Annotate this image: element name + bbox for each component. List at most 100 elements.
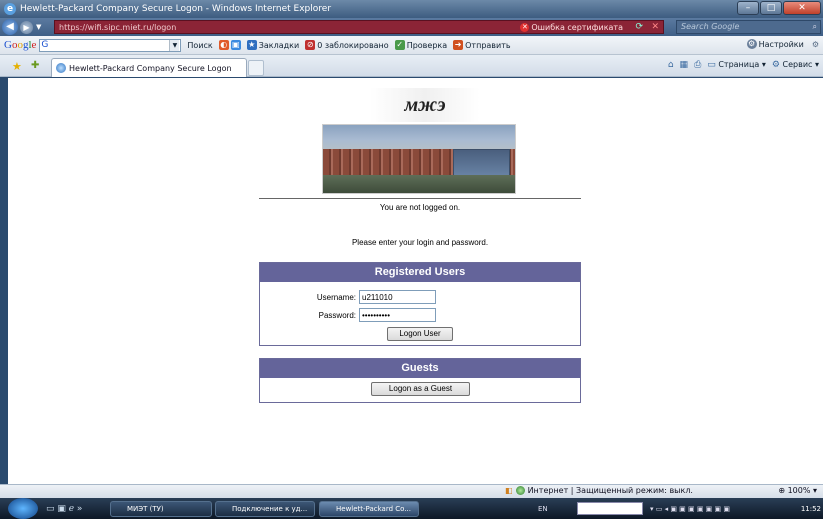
tab-secure-logon[interactable]: Hewlett-Packard Company Secure Logon	[51, 58, 247, 77]
guests-panel: Guests Logon as a Guest	[259, 358, 581, 403]
tab-title: Hewlett-Packard Company Secure Logon	[69, 63, 232, 73]
blocked-label: 0 заблокировано	[317, 40, 389, 50]
registered-users-header: Registered Users	[260, 263, 580, 282]
certificate-error[interactable]: ✕ Ошибка сертификата	[520, 22, 623, 32]
blocked-icon: ⊘	[305, 40, 316, 50]
address-bar: ◀ ▶ ▼ https://wifi.sipc.miet.ru/logon ✕ …	[0, 18, 823, 36]
google-g-icon: G	[41, 39, 49, 50]
username-field[interactable]	[359, 290, 436, 304]
minimize-button[interactable]: –	[737, 1, 759, 15]
security-zone[interactable]: ◧ Интернет | Защищенный режим: выкл.	[505, 486, 693, 495]
taskbar-search-box[interactable]	[577, 502, 643, 515]
miet-logo-area: мжэ	[320, 88, 518, 198]
google-search-button[interactable]: Поиск	[187, 41, 212, 50]
wrench-icon[interactable]: ⚙	[812, 40, 819, 49]
add-favorites-icon[interactable]: ✚	[31, 60, 39, 71]
password-label: Password:	[318, 310, 356, 320]
page-icon: ▭	[707, 60, 716, 70]
quick-launch-icons[interactable]: ▭ ▣ ℯ »	[46, 504, 82, 514]
toolbar-icons[interactable]: ◐ ▣	[218, 40, 241, 50]
window-title: Hewlett-Packard Company Secure Logon - W…	[20, 4, 332, 14]
registered-users-panel: Registered Users Username: Password: Log…	[259, 262, 581, 346]
stop-icon[interactable]: ✕	[651, 22, 659, 32]
settings-icon: ⚙	[746, 39, 757, 49]
back-button[interactable]: ◀	[2, 19, 18, 35]
window-controls: – □ ✕	[737, 1, 821, 15]
close-button[interactable]: ✕	[783, 1, 821, 15]
window-titlebar: e Hewlett-Packard Company Secure Logon -…	[0, 0, 823, 18]
google-search-label: Поиск	[187, 40, 213, 50]
new-tab-button[interactable]	[248, 60, 264, 76]
bookmarks-label: Закладки	[258, 40, 300, 50]
taskbar-item-active[interactable]: Hewlett-Packard Co...	[319, 501, 419, 517]
popup-icon: ▣	[230, 40, 241, 50]
url-field[interactable]: https://wifi.sipc.miet.ru/logon ✕ Ошибка…	[54, 20, 664, 34]
status-bar: ◧ Интернет | Защищенный режим: выкл. ⊕ 1…	[0, 484, 823, 498]
page-icon	[56, 63, 66, 73]
send-icon: ➜	[453, 40, 464, 50]
print-icon[interactable]: ⎙	[694, 60, 701, 70]
google-logo: Google	[4, 39, 37, 51]
popups-blocked[interactable]: ⊘ 0 заблокировано	[305, 40, 389, 50]
spellcheck-label: Проверка	[406, 40, 448, 50]
url-text: https://wifi.sipc.miet.ru/logon	[59, 22, 177, 32]
tab-bar: ★ ✚ Hewlett-Packard Company Secure Logon…	[0, 55, 823, 77]
username-row: Username:	[300, 290, 436, 304]
logon-guest-button[interactable]: Logon as a Guest	[371, 382, 470, 396]
tray-icons[interactable]: ▾ ▭ ◂ ▣ ▣ ▣ ▣ ▣ ▣ ▣	[650, 501, 730, 517]
cert-error-label: Ошибка сертификата	[531, 22, 623, 32]
password-field[interactable]	[359, 308, 436, 322]
google-search-input[interactable]: G ▼	[39, 38, 182, 52]
miet-logo: мжэ	[370, 88, 480, 122]
feeds-icon[interactable]: ▦	[680, 60, 689, 70]
command-bar: ⌂ ▦ ⎙ ▭ Страница ▾ ⚙ Сервис ▾	[668, 60, 819, 70]
guests-header: Guests	[260, 359, 580, 378]
search-placeholder: Search Google	[681, 22, 740, 31]
settings-button[interactable]: ⚙ Настройки	[746, 39, 804, 49]
history-dropdown-icon[interactable]: ▼	[36, 23, 41, 31]
globe-icon	[515, 486, 525, 495]
spellcheck-button[interactable]: ✓ Проверка	[394, 40, 448, 50]
pagerank-icon: ◐	[218, 40, 229, 50]
username-label: Username:	[316, 292, 356, 302]
refresh-icon[interactable]: ⟳	[635, 22, 643, 32]
page-content: мжэ You are not logged on. Please enter …	[8, 78, 823, 484]
ie-icon: e	[4, 3, 16, 15]
zone-label: Интернет | Защищенный режим: выкл.	[527, 486, 693, 495]
logon-user-button[interactable]: Logon User	[387, 327, 453, 341]
clock: 11:52	[800, 505, 821, 513]
zoom-icon: ⊕	[778, 486, 786, 495]
taskbar: ▭ ▣ ℯ » МИЭТ (ТУ) Подключение к уд... He…	[0, 498, 823, 519]
google-toolbar: Google G ▼ Поиск ◐ ▣ ★ Закладки ⊘ 0 забл…	[0, 36, 823, 55]
search-icon[interactable]: ⌕	[813, 21, 817, 33]
cert-error-icon: ✕	[520, 22, 530, 32]
star-icon: ★	[246, 40, 257, 50]
chevron-down-icon[interactable]: ▼	[169, 39, 180, 51]
language-indicator[interactable]: EN	[538, 501, 548, 517]
taskbar-item[interactable]: МИЭТ (ТУ)	[110, 501, 212, 517]
gear-icon: ⚙	[771, 60, 780, 70]
search-input[interactable]: Search Google ⌕	[676, 20, 821, 34]
send-button[interactable]: ➜ Отправить	[453, 40, 511, 50]
forward-button[interactable]: ▶	[20, 20, 33, 34]
login-status: You are not logged on.	[379, 203, 461, 212]
zoom-level[interactable]: ⊕ 100% ▾	[778, 486, 817, 495]
taskbar-item[interactable]: Подключение к уд...	[215, 501, 315, 517]
password-row: Password:	[300, 308, 436, 322]
home-icon[interactable]: ⌂	[668, 60, 674, 70]
divider	[259, 198, 581, 199]
spellcheck-icon: ✓	[394, 40, 405, 50]
zone-warning-icon: ◧	[505, 486, 513, 495]
favorites-star-icon[interactable]: ★	[12, 60, 22, 73]
bookmarks-button[interactable]: ★ Закладки	[246, 40, 300, 50]
send-label: Отправить	[465, 40, 511, 50]
page-menu[interactable]: ▭ Страница ▾	[707, 60, 766, 70]
start-button[interactable]	[8, 498, 38, 519]
service-menu[interactable]: ⚙ Сервис ▾	[772, 60, 819, 70]
maximize-button[interactable]: □	[760, 1, 782, 15]
settings-label: Настройки	[758, 39, 804, 49]
google-toolbar-right: ⚙ Настройки ⚙	[741, 39, 819, 49]
zoom-label: 100%	[787, 486, 811, 495]
campus-photo	[322, 124, 516, 194]
page-menu-label: Страница	[718, 60, 760, 69]
